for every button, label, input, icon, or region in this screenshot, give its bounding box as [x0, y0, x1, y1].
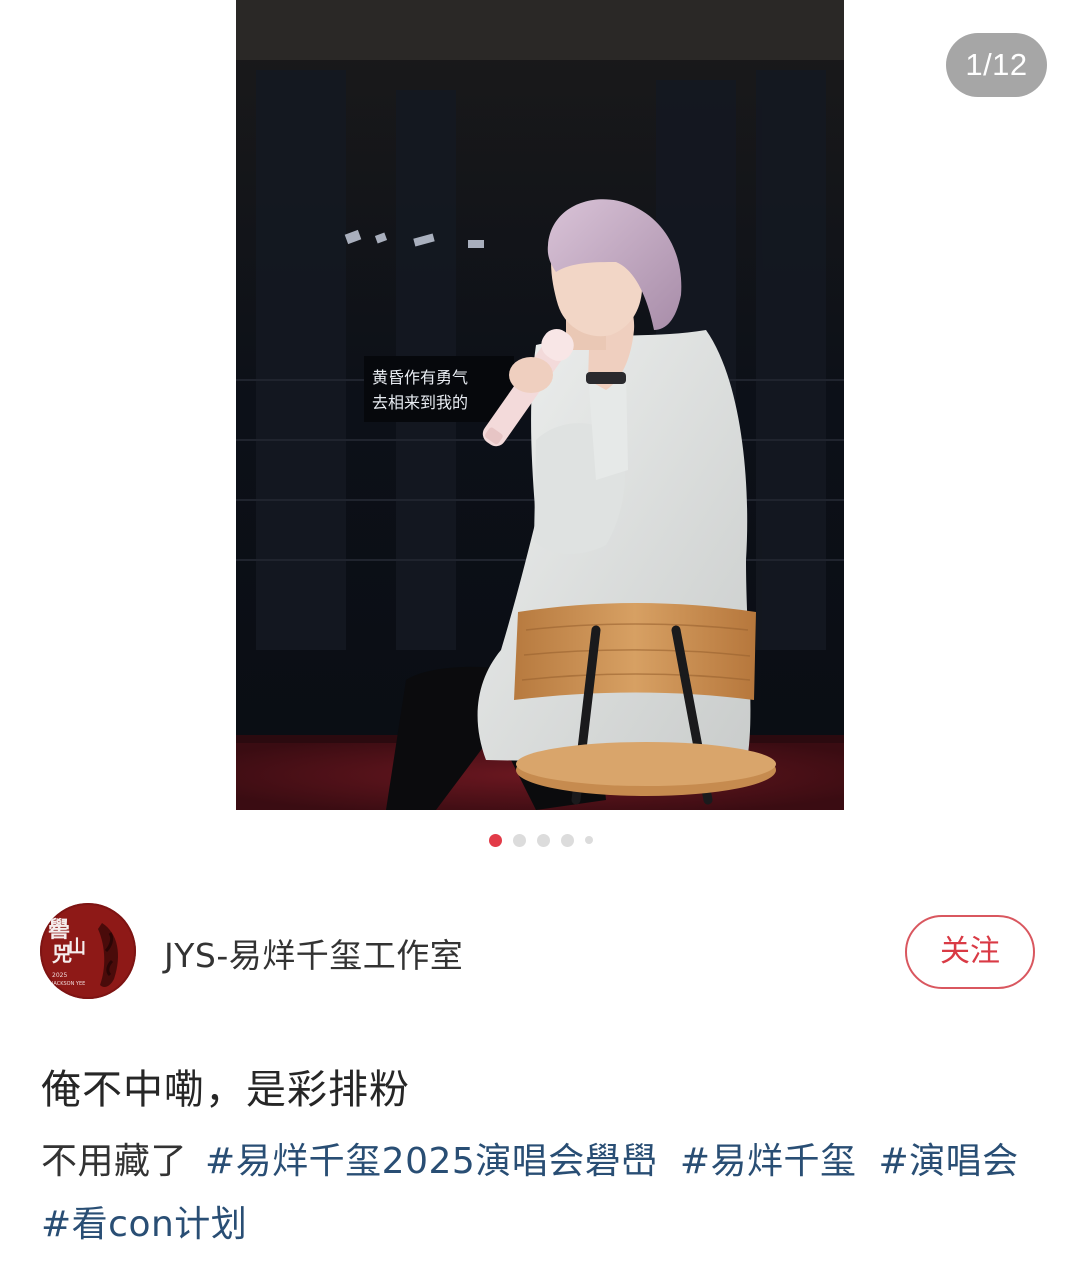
carousel-pagination [0, 832, 1080, 848]
follow-button[interactable]: 关注 [905, 915, 1035, 989]
post-body: 不用藏了 #易烊千玺2025演唱会礐嶨 #易烊千玺 #演唱会 #看con计划 [41, 1130, 1041, 1256]
svg-text:嚳: 嚳 [48, 917, 70, 943]
carousel-dot[interactable] [561, 833, 574, 847]
carousel-dot[interactable] [513, 833, 526, 847]
avatar[interactable]: 嚳 兕 山 2025 JACKSON YEE [40, 903, 136, 999]
carousel-dot[interactable] [537, 833, 550, 847]
image-counter: 1/12 [946, 33, 1047, 97]
carousel-dot[interactable] [489, 833, 502, 847]
author-name[interactable]: JYS-易烊千玺工作室 [164, 929, 463, 977]
carousel-dot[interactable] [585, 836, 593, 844]
image-carousel[interactable]: 黄昏作有勇气 去相来到我的 1/12 [0, 0, 1080, 860]
svg-text:2025: 2025 [52, 972, 67, 979]
post-photo[interactable]: 黄昏作有勇气 去相来到我的 [236, 0, 844, 810]
hashtag-link[interactable]: #演唱会 [878, 1141, 1018, 1182]
svg-text:JACKSON YEE: JACKSON YEE [51, 981, 85, 987]
avatar-image: 嚳 兕 山 2025 JACKSON YEE [40, 903, 136, 999]
svg-text:去相来到我的: 去相来到我的 [372, 393, 468, 412]
concert-rehearsal-photo: 黄昏作有勇气 去相来到我的 [236, 0, 844, 810]
post-body-text: 不用藏了 [41, 1141, 188, 1182]
svg-text:黄昏作有勇气: 黄昏作有勇气 [372, 368, 468, 387]
hashtag-link[interactable]: #易烊千玺 [680, 1141, 857, 1182]
hashtag-link[interactable]: #看con计划 [41, 1204, 247, 1245]
hashtag-link[interactable]: #易烊千玺2025演唱会礐嶨 [205, 1141, 658, 1182]
post-title: 俺不中嘞，是彩排粉 [41, 1067, 410, 1113]
svg-text:山: 山 [68, 937, 86, 958]
author-row: 嚳 兕 山 2025 JACKSON YEE JYS-易烊千玺工作室 关注 [40, 903, 1040, 1001]
